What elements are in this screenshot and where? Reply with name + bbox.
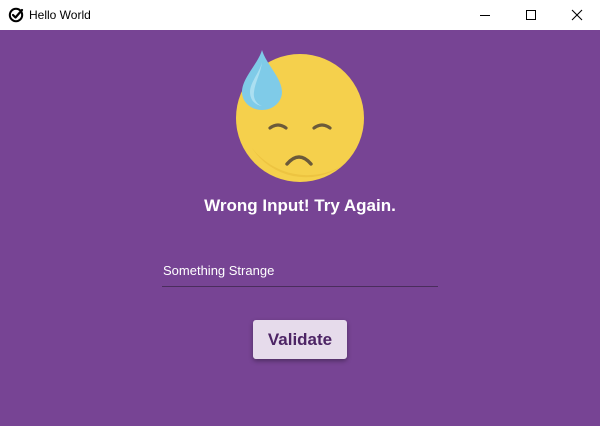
close-button[interactable] <box>554 0 600 30</box>
maximize-icon <box>526 10 536 20</box>
app-logo-icon <box>8 7 24 23</box>
minimize-icon <box>480 15 490 16</box>
minimize-button[interactable] <box>462 0 508 30</box>
close-icon <box>571 9 583 21</box>
input-underline-wrapper <box>162 256 438 287</box>
answer-input[interactable] <box>162 256 438 286</box>
main-panel: Wrong Input! Try Again. Validate <box>0 30 600 426</box>
maximize-button[interactable] <box>508 0 554 30</box>
validate-button[interactable]: Validate <box>253 320 347 359</box>
title-bar[interactable]: Hello World <box>0 0 600 30</box>
app-window: Hello World Wrong Input! Try Again. Some… <box>0 0 600 426</box>
window-title: Hello World <box>29 8 91 22</box>
sad-sweat-emoji-icon <box>236 50 364 182</box>
error-message: Wrong Input! Try Again. <box>204 196 396 215</box>
